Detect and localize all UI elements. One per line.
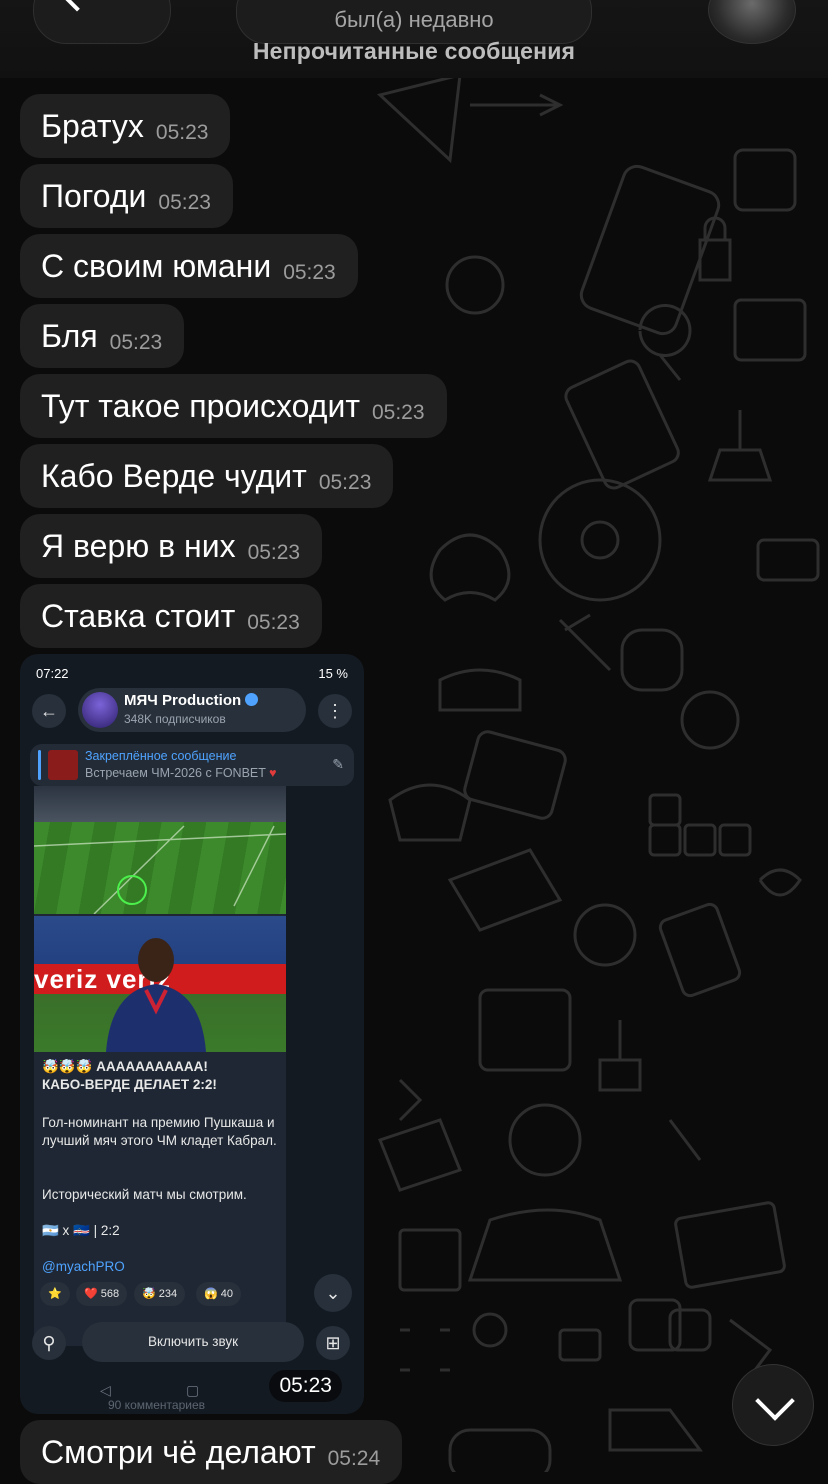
post-mention: @myachPRO (42, 1259, 125, 1274)
player-figure (106, 938, 206, 1052)
message-bubble[interactable]: Бля 05:23 (20, 304, 185, 368)
message-bubble[interactable]: Братух 05:23 (20, 94, 231, 158)
reaction-chip: 😱 40 (196, 1282, 242, 1306)
battery-level: 15 % (318, 666, 348, 681)
gift-icon: ⊞ (316, 1326, 350, 1360)
reaction-chip: ❤️ 568 (76, 1282, 128, 1306)
pinned-text: Встречаем ЧМ-2026 с FONBET (85, 766, 266, 780)
unmute-button: Включить звук (82, 1322, 304, 1362)
message-text: Братух (41, 107, 144, 144)
pin-list-icon: ✎ (332, 756, 344, 772)
search-icon: ⚲ (32, 1326, 66, 1360)
pinned-title: Закреплённое сообщение (85, 749, 237, 763)
status-bar: 07:22 15 % (20, 662, 364, 686)
pinned-message: Закреплённое сообщение Встречаем ЧМ-2026… (30, 744, 354, 786)
message-time: 05:23 (247, 541, 301, 564)
message-text: Смотри чё делают (41, 1433, 316, 1470)
chat-header: 62 был(а) недавно Непрочитанные сообщени… (0, 0, 828, 78)
message-text: Я верю в них (41, 527, 236, 564)
message-time: 05:23 (371, 401, 425, 424)
last-seen-status: был(а) недавно (334, 7, 494, 32)
message-bubble[interactable]: Ставка стоит 05:23 (20, 584, 322, 648)
chevron-down-icon (755, 1381, 795, 1421)
message-text: Бля (41, 317, 98, 354)
unread-messages-banner: Непрочитанные сообщения (252, 38, 576, 64)
message-bubble[interactable]: Кабо Верде чудит 05:23 (20, 444, 394, 508)
message-bubble[interactable]: Я верю в них 05:23 (20, 514, 323, 578)
pitch-lines (34, 825, 286, 914)
message-time: 05:23 (318, 471, 372, 494)
status-time: 07:22 (36, 666, 69, 681)
message-time: 05:24 (327, 1447, 381, 1470)
message-bubble[interactable]: Смотри чё делают 05:24 (20, 1420, 403, 1484)
comments-count: 90 комментариев (108, 1398, 206, 1412)
channel-header: МЯЧ Production 348K подписчиков (78, 688, 306, 732)
chevron-left-icon (61, 0, 93, 12)
player-photo: veriz veriz (34, 916, 286, 1052)
message-bubble[interactable]: С своим юмани 05:23 (20, 234, 358, 298)
heart-icon: ♥ (269, 766, 277, 780)
message-text: Ставка стоит (41, 597, 236, 634)
channel-subscribers: 348K подписчиков (124, 712, 226, 726)
message-bubble[interactable]: Тут такое происходит 05:23 (20, 374, 447, 438)
chevron-down-icon: ⌄ (314, 1274, 352, 1312)
message-text: Погоди (41, 177, 147, 214)
message-time: 05:23 (155, 121, 209, 144)
message-time: 05:23 (247, 611, 300, 634)
more-vertical-icon: ⋮ (318, 694, 352, 728)
nav-home-icon: ▢ (186, 1382, 200, 1398)
pinned-thumbnail (48, 750, 78, 780)
message-bubble[interactable]: Погоди 05:23 (20, 164, 233, 228)
channel-avatar (82, 692, 118, 728)
scroll-down-button[interactable] (732, 1364, 814, 1446)
match-photo (34, 786, 286, 914)
post-headline: 🤯🤯🤯 ААААААААААА! (42, 1059, 208, 1074)
message-time: 05:23 (283, 261, 336, 284)
reaction-chip: 🤯 234 (134, 1282, 186, 1306)
verified-icon (245, 693, 259, 706)
channel-name: МЯЧ Production (124, 692, 242, 709)
message-text: Кабо Верде чудит (41, 457, 307, 494)
message-time: 05:23 (269, 1370, 342, 1402)
message-text: С своим юмани (41, 247, 272, 284)
message-time: 05:23 (158, 191, 211, 214)
post-paragraph: Гол-номинант на премию Пушкаша и лучший … (42, 1115, 277, 1148)
screenshot-message[interactable]: 07:22 15 % ← МЯЧ Production 348K подписч… (20, 654, 364, 1414)
reaction-chip: ⭐ (40, 1282, 70, 1306)
nav-back-icon: ◁ (100, 1382, 111, 1398)
post-score: 🇦🇷 x 🇨🇻 | 2:2 (42, 1223, 120, 1238)
message-time: 05:23 (109, 331, 163, 354)
post-headline-2: КАБО-ВЕРДЕ ДЕЛАЕТ 2:2! (42, 1077, 217, 1092)
post-paragraph-2: Исторический матч мы смотрим. (42, 1187, 247, 1202)
arrow-left-icon: ← (32, 694, 66, 728)
message-text: Тут такое происходит (41, 387, 360, 424)
